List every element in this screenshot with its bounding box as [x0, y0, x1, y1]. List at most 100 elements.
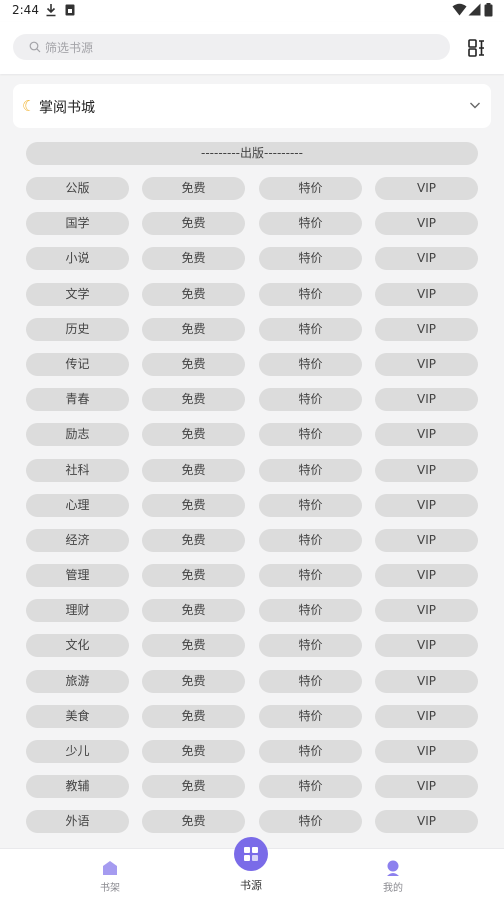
category-chip[interactable]: 特价: [259, 493, 362, 517]
category-chip[interactable]: 免费: [142, 317, 245, 341]
category-row: 文学 免费 特价 VIP: [26, 282, 478, 318]
category-chip[interactable]: 励志: [26, 423, 129, 447]
category-chip[interactable]: 特价: [259, 388, 362, 412]
category-chip[interactable]: 免费: [142, 564, 245, 588]
category-chip[interactable]: 免费: [142, 634, 245, 658]
category-chip[interactable]: VIP: [375, 634, 478, 658]
category-chip[interactable]: 国学: [26, 212, 129, 236]
nav-sources-label: 书源: [240, 879, 262, 892]
category-row: 经济 免费 特价 VIP: [26, 528, 478, 564]
category-chip[interactable]: 特价: [259, 599, 362, 623]
section-header[interactable]: ---------出版---------: [26, 142, 478, 165]
category-chip[interactable]: VIP: [375, 599, 478, 623]
category-chip[interactable]: 特价: [259, 177, 362, 200]
category-chip[interactable]: 免费: [142, 528, 245, 552]
category-chip[interactable]: VIP: [375, 775, 478, 799]
category-chip[interactable]: 特价: [259, 528, 362, 552]
category-row: 文化 免费 特价 VIP: [26, 634, 478, 669]
category-chip[interactable]: 免费: [142, 212, 245, 236]
category-chip[interactable]: 免费: [142, 493, 245, 517]
category-chip[interactable]: VIP: [375, 352, 478, 376]
status-bar: 2:44: [0, 0, 504, 22]
category-row: 管理 免费 特价 VIP: [26, 564, 478, 599]
category-chip[interactable]: 免费: [142, 423, 245, 447]
category-chip[interactable]: 特价: [259, 810, 362, 834]
category-chip[interactable]: VIP: [375, 388, 478, 412]
category-chip[interactable]: 小说: [26, 247, 129, 271]
category-chip[interactable]: VIP: [375, 458, 478, 482]
category-chip[interactable]: 免费: [142, 704, 245, 728]
category-chip[interactable]: 免费: [142, 740, 245, 763]
category-chip[interactable]: 公版: [26, 177, 129, 200]
category-chip[interactable]: VIP: [375, 493, 478, 517]
signal-icon: [468, 3, 481, 16]
category-chip[interactable]: 经济: [26, 528, 129, 552]
category-chip[interactable]: 免费: [142, 669, 245, 693]
source-selector[interactable]: ☾ 掌阅书城: [13, 84, 491, 128]
category-chip[interactable]: VIP: [375, 810, 478, 834]
category-chip[interactable]: 免费: [142, 458, 245, 482]
category-chip[interactable]: 美食: [26, 704, 129, 728]
person-icon: [387, 860, 399, 876]
category-chip[interactable]: 特价: [259, 212, 362, 236]
category-row: 小说 免费 特价 VIP: [26, 247, 478, 282]
category-chip[interactable]: 免费: [142, 247, 245, 271]
category-chip[interactable]: VIP: [375, 282, 478, 306]
category-chip[interactable]: 免费: [142, 177, 245, 200]
category-chip[interactable]: 理财: [26, 599, 129, 623]
category-row: 教辅 免费 特价 VIP: [26, 775, 478, 810]
nav-mine[interactable]: 我的: [333, 849, 453, 897]
category-chip[interactable]: 特价: [259, 247, 362, 271]
category-chip[interactable]: VIP: [375, 317, 478, 341]
category-chip[interactable]: 特价: [259, 740, 362, 763]
category-chip[interactable]: 特价: [259, 352, 362, 376]
category-chip[interactable]: 少儿: [26, 740, 129, 763]
category-chip[interactable]: 传记: [26, 352, 129, 376]
category-chip[interactable]: 免费: [142, 282, 245, 306]
sources-fab[interactable]: [234, 837, 268, 871]
category-row: 少儿 免费 特价 VIP: [26, 740, 478, 775]
category-chip[interactable]: 特价: [259, 775, 362, 799]
category-row: 美食 免费 特价 VIP: [26, 704, 478, 740]
category-row: 理财 免费 特价 VIP: [26, 599, 478, 634]
category-chip[interactable]: VIP: [375, 528, 478, 552]
category-chip[interactable]: 青春: [26, 388, 129, 412]
category-chip[interactable]: VIP: [375, 212, 478, 236]
nav-bookshelf-label: 书架: [100, 883, 120, 894]
category-row: 国学 免费 特价 VIP: [26, 212, 478, 247]
category-chip[interactable]: VIP: [375, 669, 478, 693]
category-chip[interactable]: 外语: [26, 810, 129, 834]
category-chip[interactable]: 免费: [142, 388, 245, 412]
category-chip[interactable]: VIP: [375, 177, 478, 200]
category-chip[interactable]: VIP: [375, 564, 478, 588]
category-chip[interactable]: 特价: [259, 317, 362, 341]
category-chip[interactable]: 免费: [142, 352, 245, 376]
category-chip[interactable]: 特价: [259, 634, 362, 658]
category-chip[interactable]: 心理: [26, 493, 129, 517]
category-chip[interactable]: 特价: [259, 282, 362, 306]
category-chip[interactable]: 管理: [26, 564, 129, 588]
category-chip[interactable]: 历史: [26, 317, 129, 341]
nav-bookshelf[interactable]: 书架: [50, 849, 170, 897]
category-chip[interactable]: 特价: [259, 704, 362, 728]
category-chip[interactable]: VIP: [375, 740, 478, 763]
category-chip[interactable]: VIP: [375, 423, 478, 447]
category-chip[interactable]: 特价: [259, 423, 362, 447]
category-chip[interactable]: VIP: [375, 704, 478, 728]
category-chip[interactable]: 社科: [26, 458, 129, 482]
scan-icon[interactable]: [467, 38, 487, 58]
category-chip[interactable]: 旅游: [26, 669, 129, 693]
chevron-down-icon[interactable]: [469, 99, 481, 111]
category-chip[interactable]: 文学: [26, 282, 129, 306]
category-chip[interactable]: 特价: [259, 458, 362, 482]
category-chip[interactable]: 免费: [142, 599, 245, 623]
category-chip[interactable]: 教辅: [26, 775, 129, 799]
search-input[interactable]: 筛选书源: [13, 34, 450, 60]
category-chip[interactable]: 特价: [259, 564, 362, 588]
category-chip[interactable]: 文化: [26, 634, 129, 658]
moon-icon: ☾: [22, 97, 36, 115]
category-chip[interactable]: 免费: [142, 775, 245, 799]
category-chip[interactable]: VIP: [375, 247, 478, 271]
category-chip[interactable]: 免费: [142, 810, 245, 834]
category-chip[interactable]: 特价: [259, 669, 362, 693]
